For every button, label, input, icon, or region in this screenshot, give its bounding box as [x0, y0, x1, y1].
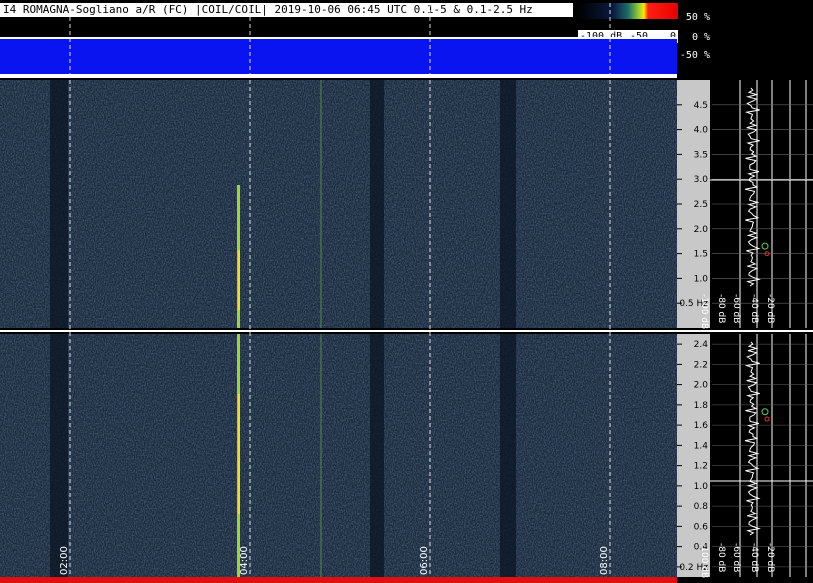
frequency-tick-label: 2.0 [694, 225, 709, 235]
spectrum-db-label: -80 dB [716, 294, 726, 323]
spectrum-panel-2: -100 dB -80 dB -60 dB -40 dB -20 dB [699, 334, 813, 578]
frequency-tick-label: 1.0 [694, 274, 709, 284]
frequency-tick-label: 4.5 [694, 101, 708, 111]
frequency-tick-label: 2.0 [694, 381, 709, 391]
frequency-axis-1: 0.5 Hz1.01.52.02.53.03.54.04.5 [677, 80, 710, 328]
spectrum-db-label: -20 dB [765, 543, 775, 572]
frequency-tick-label: 3.5 [694, 150, 708, 160]
frequency-tick-label: 3.0 [694, 175, 709, 185]
frequency-tick-label: 4.0 [694, 126, 709, 136]
frequency-tick-label: 1.5 [694, 250, 708, 260]
amplitude-band [0, 37, 677, 74]
frequency-tick-label: 1.2 [694, 462, 708, 472]
spectrogram-window: I4 ROMAGNA-Sogliano a/R (FC) |COIL/COIL|… [0, 0, 813, 583]
time-tick-label: 04:00 [239, 546, 250, 575]
frequency-tick-label: 0.6 [694, 522, 709, 532]
spectrum-db-label: -40 dB [749, 294, 759, 323]
time-tick-label: 02:00 [59, 546, 70, 575]
spectrum-panel-1: -100 dB -80 dB -60 dB -40 dB -20 dB [699, 80, 813, 329]
frequency-tick-label: 2.4 [694, 340, 709, 350]
bottom-bar [0, 577, 677, 583]
spectrogram-chart: 0.5 Hz1.01.52.02.53.03.54.04.5-100 dB -80… [0, 3, 813, 583]
spectrum-db-label: -60 dB [731, 294, 741, 323]
spectrum-db-label: -20 dB [765, 294, 775, 323]
spectrum-db-label: -100 dB [699, 294, 709, 329]
spectrum-db-label: -80 dB [716, 543, 726, 572]
frequency-tick-label: 1.6 [694, 421, 709, 431]
frequency-axis-2: 0.2 Hz0.40.60.81.01.21.41.61.82.02.22.4 [677, 334, 710, 577]
time-tick-label: 08:00 [599, 546, 610, 575]
frequency-tick-label: 1.4 [694, 441, 709, 451]
spectrum-db-label: -40 dB [749, 543, 759, 572]
frequency-tick-label: 1.0 [694, 482, 709, 492]
frequency-tick-label: 1.8 [694, 401, 709, 411]
spectrum-db-label: -100 dB [699, 543, 709, 578]
time-tick-label: 06:00 [419, 546, 430, 575]
spectrogram-panel-1 [0, 80, 677, 328]
spectrum-db-label: -60 dB [731, 543, 741, 572]
frequency-tick-label: 2.5 [694, 200, 708, 210]
frequency-tick-label: 2.2 [694, 360, 708, 370]
spectrogram-panel-2 [0, 334, 677, 577]
frequency-tick-label: 0.8 [694, 502, 709, 512]
